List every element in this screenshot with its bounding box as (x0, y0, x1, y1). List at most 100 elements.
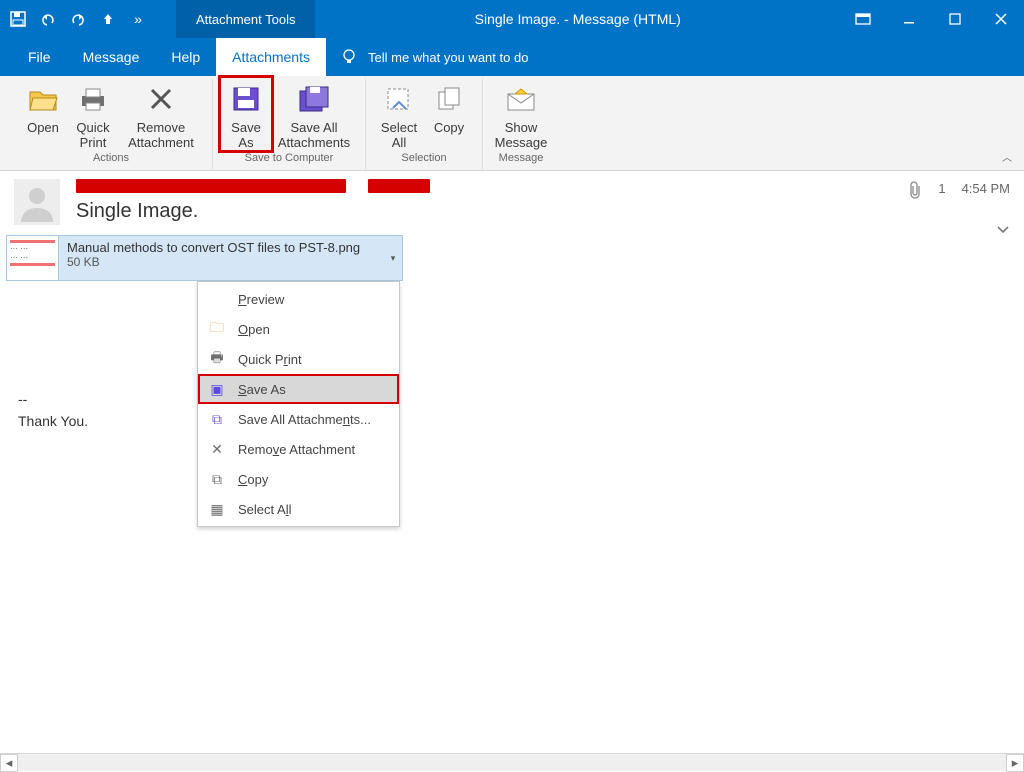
group-save-label: Save to Computer (245, 150, 334, 166)
scroll-track[interactable] (18, 755, 1006, 771)
show-message-label: Show Message (495, 120, 548, 150)
group-actions: Open Quick Print Remove Attachment Actio… (10, 78, 213, 170)
copy-icon: ⧉ (208, 471, 226, 488)
ctx-save-as[interactable]: ▣ Save As (198, 374, 399, 404)
minimize-icon[interactable] (886, 0, 932, 38)
quick-access-toolbar: » (0, 0, 156, 38)
open-icon (28, 82, 58, 116)
scroll-left-icon[interactable]: ◂ (0, 754, 18, 772)
printer-icon (78, 82, 108, 116)
remove-icon: ✕ (208, 441, 226, 458)
save-all-icon: ⧉ (208, 411, 226, 428)
attachment-context-menu: Preview 🗀 Open 🖶 Quick Print ▣ Save As ⧉… (197, 281, 400, 527)
redo-icon[interactable] (66, 7, 90, 31)
contextual-tab-label: Attachment Tools (176, 0, 315, 38)
group-selection: Select All Copy Selection (366, 78, 483, 170)
open-label: Open (27, 120, 59, 135)
ctx-remove[interactable]: ✕ Remove Attachment (198, 434, 399, 464)
attachment-thumbnail: ··· ······ ··· (7, 236, 59, 280)
avatar (14, 179, 60, 225)
copy-label: Copy (434, 120, 464, 135)
save-all-label: Save All Attachments (278, 120, 350, 150)
group-selection-label: Selection (401, 150, 446, 166)
ctx-open[interactable]: 🗀 Open (198, 314, 399, 344)
up-arrow-icon[interactable] (96, 7, 120, 31)
scroll-right-icon[interactable]: ▸ (1006, 754, 1024, 772)
remove-label: Remove Attachment (128, 120, 194, 150)
select-all-button[interactable]: Select All (374, 78, 424, 150)
ctx-quickprint-label: Quick Print (238, 352, 302, 367)
ctx-saveas-label: ave As (247, 382, 286, 397)
save-icon: ▣ (208, 381, 226, 398)
show-message-button[interactable]: Show Message (491, 78, 551, 150)
attachment-dropdown-icon[interactable]: ▾ (384, 236, 402, 280)
ctx-selectall-label: Select All (238, 502, 291, 517)
ctx-preview[interactable]: Preview (198, 284, 399, 314)
remove-icon (148, 82, 174, 116)
tab-file[interactable]: File (12, 38, 67, 76)
ctx-copy-label: opy (247, 472, 268, 487)
tab-message[interactable]: Message (67, 38, 156, 76)
open-button[interactable]: Open (18, 78, 68, 150)
printer-icon: 🖶 (208, 347, 226, 371)
select-all-icon: ▦ (208, 501, 226, 518)
body-thanks: Thank You. (18, 413, 1006, 429)
save-icon[interactable] (6, 7, 30, 31)
more-icon[interactable]: » (126, 7, 150, 31)
select-all-icon (385, 82, 413, 116)
paperclip-icon (908, 181, 922, 199)
undo-icon[interactable] (36, 7, 60, 31)
save-as-icon (232, 82, 260, 116)
horizontal-scrollbar[interactable]: ◂ ▸ (0, 753, 1024, 771)
window-title: Single Image. - Message (HTML) (315, 11, 840, 27)
quick-print-button[interactable]: Quick Print (68, 78, 118, 150)
ctx-copy[interactable]: ⧉ Copy (198, 464, 399, 494)
group-message-label: Message (499, 150, 544, 166)
message-subject: Single Image. (76, 200, 892, 223)
message-time: 4:54 PM (962, 181, 1010, 196)
attachment-area: ··· ······ ··· Manual methods to convert… (0, 231, 1024, 281)
ctx-select-all[interactable]: ▦ Select All (198, 494, 399, 524)
envelope-icon (506, 82, 536, 116)
copy-icon (436, 82, 462, 116)
collapse-ribbon-icon[interactable]: ︿ (1002, 149, 1012, 164)
message-header: Single Image. 1 4:54 PM (0, 171, 1024, 231)
ctx-open-label: pen (248, 322, 270, 337)
quick-print-label: Quick Print (76, 120, 109, 150)
attachment-chip[interactable]: ··· ······ ··· Manual methods to convert… (6, 235, 403, 281)
tell-me[interactable]: Tell me what you want to do (326, 38, 542, 76)
remove-attachment-button[interactable]: Remove Attachment (118, 78, 204, 150)
select-all-label: Select All (381, 120, 417, 150)
title-bar: » Attachment Tools Single Image. - Messa… (0, 0, 1024, 38)
ctx-preview-label: review (247, 292, 285, 307)
attachment-filename: Manual methods to convert OST files to P… (67, 240, 360, 255)
body-separator: -- (18, 391, 1006, 407)
save-as-label: Save As (231, 120, 261, 150)
attachment-count: 1 (938, 181, 945, 196)
save-all-button[interactable]: Save All Attachments (271, 78, 357, 150)
group-save: Save As Save All Attachments Save to Com… (213, 78, 366, 170)
save-all-icon (298, 82, 330, 116)
bulb-icon (340, 48, 358, 66)
tell-me-label: Tell me what you want to do (368, 50, 528, 65)
ctx-quick-print[interactable]: 🖶 Quick Print (198, 344, 399, 374)
ctx-saveall-label: Save All Attachments... (238, 412, 371, 427)
tab-attachments[interactable]: Attachments (216, 38, 326, 76)
copy-button[interactable]: Copy (424, 78, 474, 150)
close-icon[interactable] (978, 0, 1024, 38)
attachment-size: 50 KB (67, 255, 376, 269)
save-as-button[interactable]: Save As (221, 78, 271, 150)
ctx-save-all[interactable]: ⧉ Save All Attachments... (198, 404, 399, 434)
message-body: -- Thank You. (0, 281, 1024, 753)
window-controls (840, 0, 1024, 38)
ctx-remove-label: Remove Attachment (238, 442, 355, 457)
group-message: Show Message Message (483, 78, 559, 170)
tab-help[interactable]: Help (155, 38, 216, 76)
group-actions-label: Actions (93, 150, 129, 166)
ribbon: Open Quick Print Remove Attachment Actio… (0, 76, 1024, 171)
sender-redacted (76, 179, 892, 196)
folder-open-icon: 🗀 (208, 317, 226, 341)
maximize-icon[interactable] (932, 0, 978, 38)
ribbon-display-icon[interactable] (840, 0, 886, 38)
ribbon-tabs: File Message Help Attachments Tell me wh… (0, 38, 1024, 76)
